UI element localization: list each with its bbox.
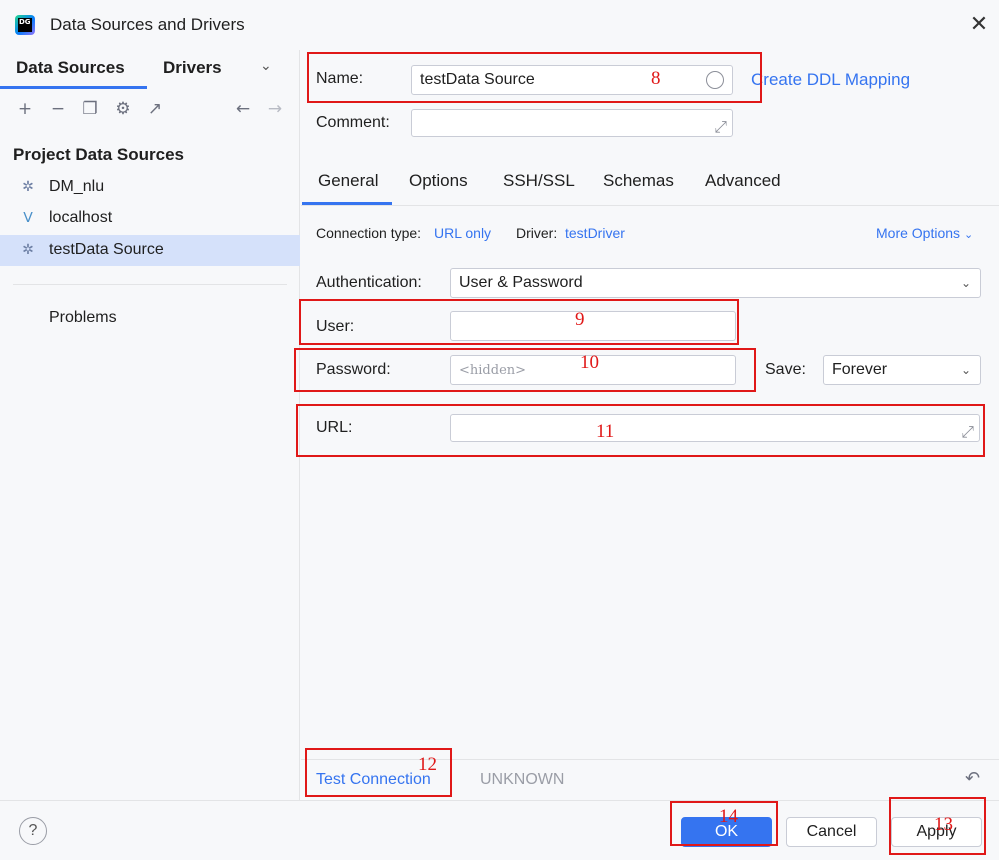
connection-status: UNKNOWN (480, 771, 565, 788)
tab-data-sources[interactable]: Data Sources (16, 58, 125, 78)
save-value: Forever (832, 361, 888, 378)
help-button[interactable]: ? (19, 817, 47, 845)
connection-type-link[interactable]: URL only (434, 225, 491, 241)
remove-icon[interactable]: − (46, 97, 70, 121)
save-select[interactable]: Forever ⌄ (823, 355, 981, 385)
datasource-label: DM_nlu (49, 178, 105, 195)
chevron-down-icon[interactable]: ⌄ (260, 58, 272, 74)
cancel-button[interactable]: Cancel (786, 817, 877, 847)
connection-type-label: Connection type: (316, 225, 422, 241)
add-icon[interactable]: + (13, 97, 37, 121)
driver-label: Driver: (516, 225, 558, 241)
divider (13, 284, 287, 285)
section-title: Project Data Sources (13, 145, 185, 164)
tab-schemas[interactable]: Schemas (603, 171, 674, 191)
chevron-down-icon: ⌄ (960, 276, 971, 290)
export-icon[interactable]: ↗ (143, 97, 167, 121)
duplicate-icon[interactable]: ❐ (78, 97, 102, 121)
datasource-icon: ✲ (22, 179, 34, 195)
datasource-icon: ✲ (22, 242, 34, 258)
tab-advanced[interactable]: Advanced (705, 171, 781, 191)
annotation-box-8 (307, 52, 762, 103)
annotation-number-14: 14 (719, 806, 738, 827)
annotation-box-9 (299, 299, 739, 345)
mysql-icon: ⴸ (23, 210, 33, 226)
annotation-number-13: 13 (934, 814, 953, 835)
back-icon[interactable]: ← (231, 97, 255, 121)
forward-icon[interactable]: → (263, 97, 287, 121)
annotation-number-9: 9 (575, 309, 585, 330)
authentication-label: Authentication: (316, 274, 422, 291)
authentication-select[interactable]: User & Password ⌄ (450, 268, 981, 298)
chevron-down-icon: ⌄ (963, 228, 974, 241)
logo-text: DG (18, 18, 32, 32)
datasource-item-dm-nlu[interactable]: ✲ DM_nlu (0, 172, 300, 203)
tab-options[interactable]: Options (409, 171, 468, 191)
active-tab-indicator (302, 202, 392, 205)
driver-link[interactable]: testDriver (565, 225, 625, 241)
settings-icon[interactable]: ⚙ (111, 97, 135, 121)
expand-icon[interactable]: ⤢ (714, 113, 727, 141)
annotation-box-10 (294, 348, 756, 392)
datasource-label: localhost (49, 209, 113, 226)
annotation-number-11: 11 (596, 421, 615, 442)
tab-general[interactable]: General (318, 171, 378, 191)
datagrip-logo-icon: DG (15, 15, 35, 35)
tab-ssh-ssl[interactable]: SSH/SSL (503, 171, 575, 191)
annotation-box-11 (296, 404, 985, 457)
chevron-down-icon: ⌄ (960, 363, 971, 377)
more-options-label: More Options (876, 225, 961, 241)
window-title: Data Sources and Drivers (50, 15, 245, 34)
datasource-item-localhost[interactable]: ⴸ localhost (0, 203, 300, 234)
problems-item[interactable]: Problems (49, 309, 117, 327)
divider (0, 800, 999, 801)
close-icon[interactable]: ✕ (964, 10, 994, 40)
annotation-number-8: 8 (651, 68, 661, 89)
tabs-divider (301, 205, 999, 206)
comment-label: Comment: (316, 114, 390, 131)
active-tab-indicator (0, 86, 147, 89)
datasource-item-testdata-source[interactable]: ✲ testData Source (0, 235, 300, 266)
annotation-number-12: 12 (418, 754, 437, 775)
annotation-number-10: 10 (580, 352, 599, 373)
datasource-label: testData Source (49, 241, 164, 258)
save-label: Save: (765, 361, 806, 378)
revert-icon[interactable]: ↶ (965, 768, 980, 789)
create-ddl-mapping-link[interactable]: Create DDL Mapping (751, 70, 910, 90)
tab-drivers[interactable]: Drivers (163, 58, 222, 78)
more-options-link[interactable]: More Options ⌄ (876, 225, 973, 241)
comment-input[interactable]: ⤢ (411, 109, 733, 137)
authentication-value: User & Password (459, 274, 583, 291)
